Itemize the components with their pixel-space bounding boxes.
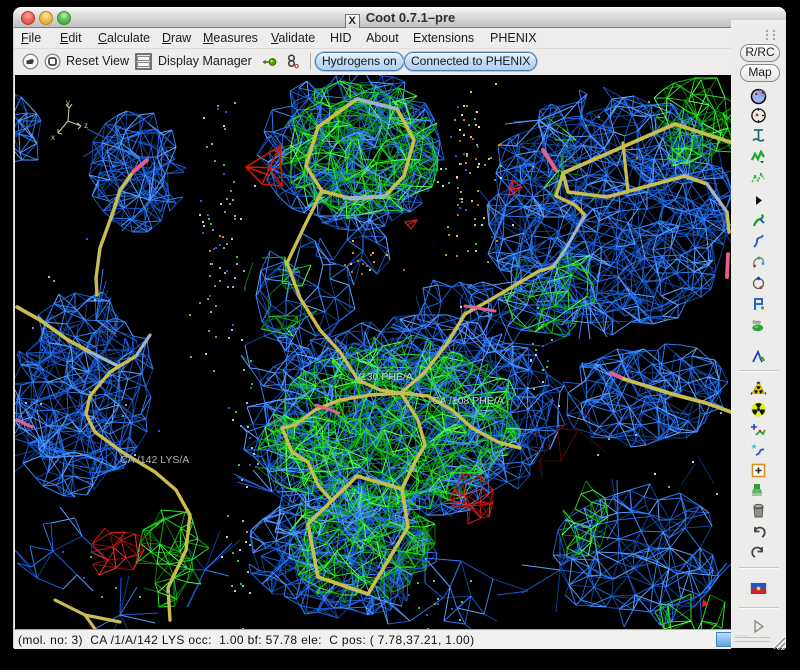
svg-text:x: x — [51, 133, 55, 142]
svg-text:z: z — [84, 121, 88, 130]
svg-text:CA /108 PHE/A: CA /108 PHE/A — [432, 395, 504, 407]
svg-text:/130 PHE/A: /130 PHE/A — [358, 371, 413, 383]
svg-text:Side: Side — [752, 320, 761, 325]
svg-text:y: y — [66, 98, 70, 107]
svg-text:CA /142 LYS/A: CA /142 LYS/A — [120, 454, 189, 466]
